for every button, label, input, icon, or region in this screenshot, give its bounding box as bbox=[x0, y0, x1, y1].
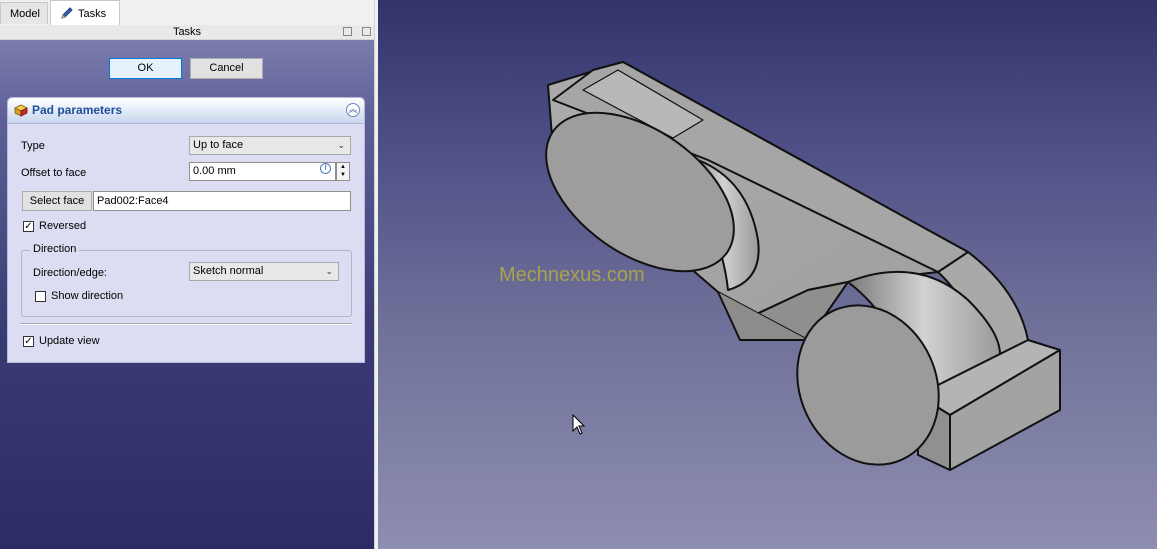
update-view-label: Update view bbox=[39, 335, 100, 347]
chevron-down-icon: ⌄ bbox=[325, 266, 333, 276]
spin-down-icon[interactable]: ▼ bbox=[337, 171, 349, 179]
select-face-button[interactable]: Select face bbox=[22, 191, 92, 211]
dock-title-bar: Tasks bbox=[0, 25, 374, 40]
tab-tasks-label: Tasks bbox=[78, 8, 107, 20]
type-dropdown[interactable]: Up to face ⌄ bbox=[189, 136, 351, 155]
face-value: Pad002:Face4 bbox=[97, 195, 169, 207]
restore-dock-icon[interactable] bbox=[362, 27, 371, 36]
face-field[interactable]: Pad002:Face4 bbox=[93, 191, 351, 211]
direction-edge-value: Sketch normal bbox=[193, 265, 264, 277]
direction-group: Direction Direction/edge: Sketch normal … bbox=[21, 243, 352, 317]
combo-view: Model Tasks Tasks OK Cancel Pad paramete… bbox=[0, 0, 374, 549]
cancel-button[interactable]: Cancel bbox=[190, 58, 263, 79]
3d-viewport[interactable]: Mechnexus.com bbox=[378, 0, 1157, 549]
tab-model[interactable]: Model bbox=[0, 2, 48, 24]
direction-edge-dropdown[interactable]: Sketch normal ⌄ bbox=[189, 262, 339, 281]
part-model[interactable] bbox=[378, 0, 1157, 549]
spin-up-icon[interactable]: ▲ bbox=[337, 163, 349, 171]
chevron-down-icon: ⌄ bbox=[337, 140, 345, 150]
direction-edge-label: Direction/edge: bbox=[33, 267, 107, 279]
offset-label: Offset to face bbox=[21, 167, 87, 179]
panel-title: Pad parameters bbox=[32, 103, 123, 117]
watermark-text: Mechnexus.com bbox=[499, 264, 645, 286]
ok-button[interactable]: OK bbox=[109, 58, 182, 79]
mouse-cursor-icon bbox=[572, 414, 586, 435]
float-dock-icon[interactable] bbox=[343, 27, 352, 36]
tab-bar: Model Tasks bbox=[0, 0, 374, 26]
tab-tasks[interactable]: Tasks bbox=[50, 0, 120, 26]
offset-value: 0.00 mm bbox=[193, 165, 236, 177]
type-value: Up to face bbox=[193, 139, 244, 151]
show-direction-checkbox[interactable] bbox=[35, 291, 46, 302]
update-view-checkbox[interactable]: ✓ bbox=[23, 336, 34, 347]
show-direction-label: Show direction bbox=[51, 290, 124, 302]
expression-icon[interactable]: f bbox=[320, 163, 331, 174]
reversed-checkbox[interactable]: ✓ bbox=[23, 221, 34, 232]
pad-parameters-panel: Pad parameters ︽ Type Up to face ⌄ Offse… bbox=[7, 97, 365, 363]
direction-group-title: Direction bbox=[30, 243, 80, 255]
collapse-icon[interactable]: ︽ bbox=[346, 103, 360, 117]
separator bbox=[21, 323, 352, 325]
type-label: Type bbox=[21, 140, 45, 152]
panel-header[interactable]: Pad parameters ︽ bbox=[8, 98, 364, 124]
pad-icon bbox=[14, 104, 28, 117]
pencil-icon bbox=[61, 7, 73, 19]
reversed-label: Reversed bbox=[39, 220, 87, 232]
offset-input[interactable]: 0.00 mm bbox=[189, 162, 336, 181]
dock-title: Tasks bbox=[172, 26, 202, 38]
offset-spinbox-arrows[interactable]: ▲ ▼ bbox=[336, 162, 350, 181]
